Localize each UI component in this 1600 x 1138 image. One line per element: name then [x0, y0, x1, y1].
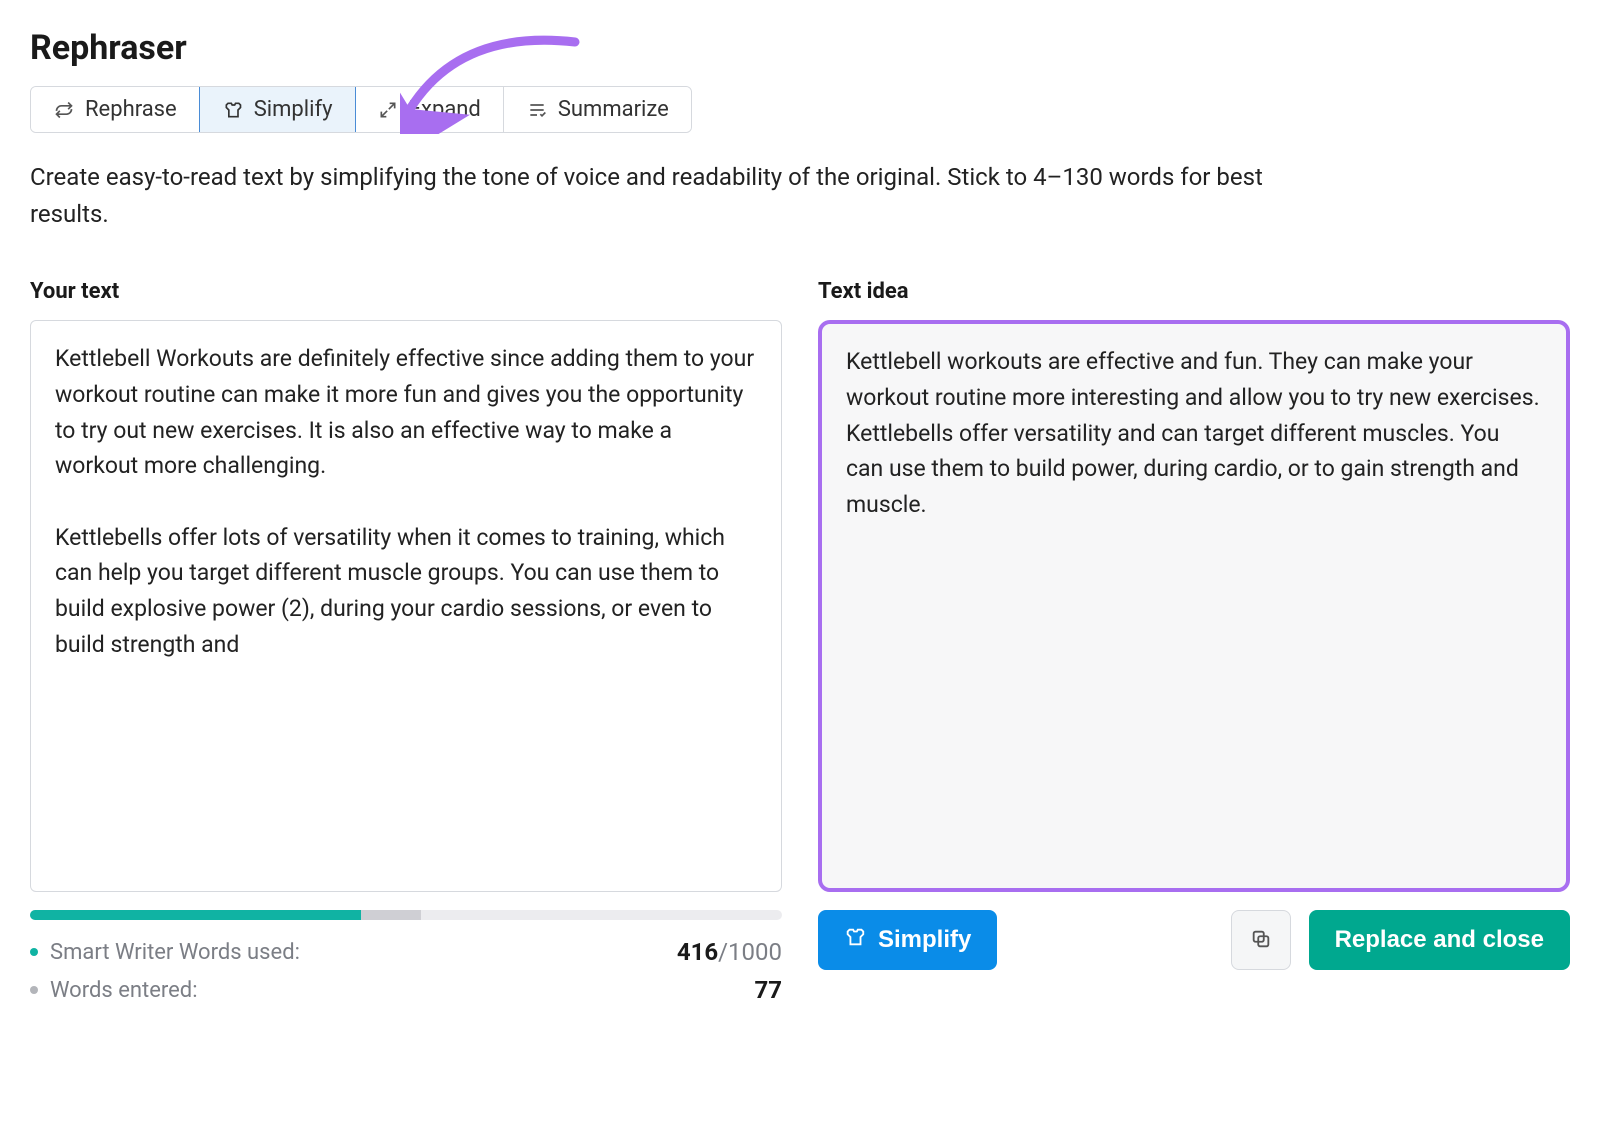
simplify-icon: [844, 926, 866, 955]
simplify-icon: [222, 99, 244, 121]
tab-label: Simplify: [254, 97, 333, 122]
copy-button[interactable]: [1231, 910, 1291, 970]
rephrase-icon: [53, 99, 75, 121]
tab-label: Rephrase: [85, 97, 177, 122]
page-title: Rephraser: [30, 28, 1570, 68]
stat-value: 77: [754, 976, 782, 1004]
usage-progress: [30, 910, 782, 920]
tab-label: Summarize: [558, 97, 669, 122]
stat-words-entered: Words entered: 77: [30, 976, 782, 1004]
tab-rephrase[interactable]: Rephrase: [31, 87, 200, 132]
replace-close-button[interactable]: Replace and close: [1309, 910, 1570, 970]
simplify-button[interactable]: Simplify: [818, 910, 997, 970]
stat-smart-writer: Smart Writer Words used: 416/1000: [30, 938, 782, 966]
input-textarea[interactable]: Kettlebell Workouts are definitely effec…: [30, 320, 782, 892]
mode-description: Create easy-to-read text by simplifying …: [30, 159, 1290, 233]
tab-expand[interactable]: Expand: [355, 87, 504, 132]
tab-simplify[interactable]: Simplify: [199, 86, 356, 133]
usage-progress-fill: [30, 910, 361, 920]
output-text: Kettlebell workouts are effective and fu…: [818, 320, 1570, 892]
button-label: Replace and close: [1335, 926, 1544, 954]
bullet-icon: [30, 948, 38, 956]
stat-label: Smart Writer Words used:: [50, 940, 677, 965]
stat-label: Words entered:: [50, 978, 754, 1003]
bullet-icon: [30, 986, 38, 994]
expand-icon: [377, 99, 399, 121]
mode-tabs: Rephrase Simplify Expand Summarize: [30, 86, 692, 133]
summarize-icon: [526, 99, 548, 121]
usage-progress-mid: [361, 910, 421, 920]
tab-label: Expand: [409, 97, 481, 122]
tab-summarize[interactable]: Summarize: [504, 87, 691, 132]
output-label: Text idea: [818, 279, 1570, 304]
copy-icon: [1250, 928, 1272, 953]
input-label: Your text: [30, 279, 782, 304]
button-label: Simplify: [878, 926, 971, 954]
stat-value: 416/1000: [677, 938, 782, 966]
